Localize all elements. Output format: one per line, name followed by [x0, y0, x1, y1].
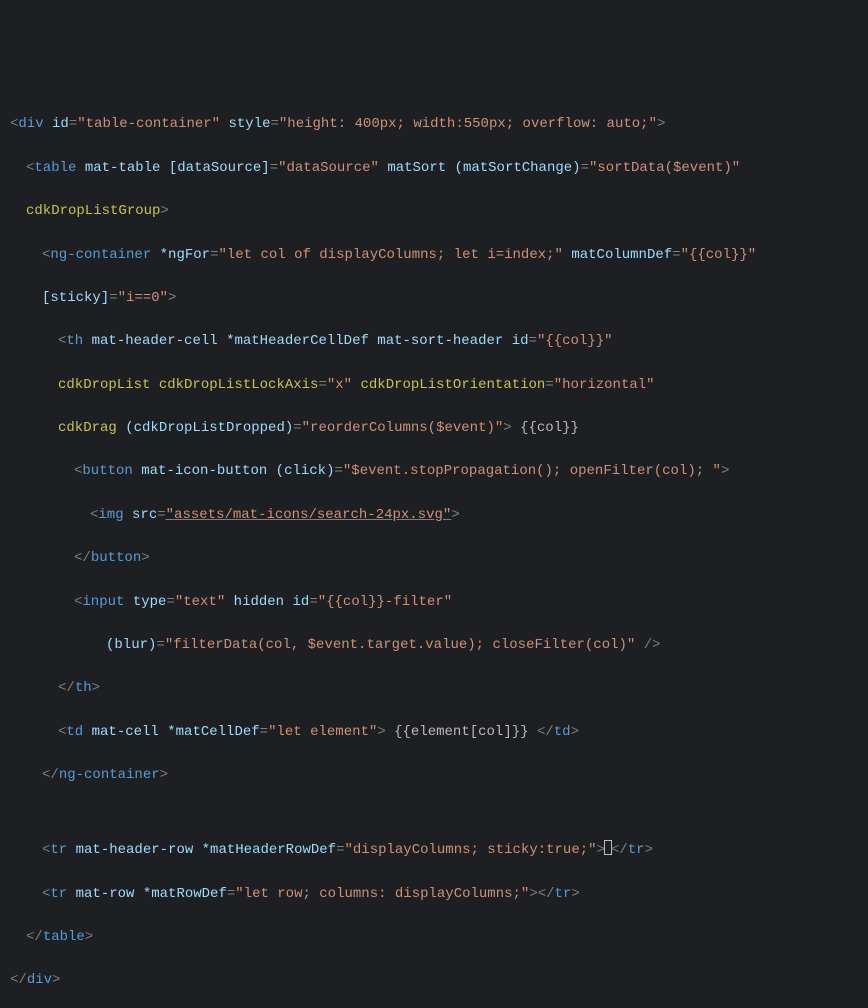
code-line: <button mat-icon-button (click)="$event.…: [0, 461, 868, 483]
code-line: <img src="assets/mat-icons/search-24px.s…: [0, 505, 868, 527]
blank-line: [0, 808, 868, 818]
code-line: cdkDropList cdkDropListLockAxis="x" cdkD…: [0, 375, 868, 397]
code-line: </table>: [0, 927, 868, 949]
code-line: <table mat-table [dataSource]="dataSourc…: [0, 158, 868, 180]
code-line: <td mat-cell *matCellDef="let element"> …: [0, 722, 868, 744]
code-line: <tr mat-row *matRowDef="let row; columns…: [0, 884, 868, 906]
code-line: <div id="table-container" style="height:…: [0, 114, 868, 136]
code-line: (blur)="filterData(col, $event.target.va…: [0, 635, 868, 657]
code-line: <input type="text" hidden id="{{col}}-fi…: [0, 592, 868, 614]
code-line: </div>: [0, 970, 868, 992]
code-editor[interactable]: <div id="table-container" style="height:…: [0, 93, 868, 1008]
code-line: </ng-container>: [0, 765, 868, 787]
code-line: </th>: [0, 678, 868, 700]
code-line: <th mat-header-cell *matHeaderCellDef ma…: [0, 331, 868, 353]
code-line: <ng-container *ngFor="let col of display…: [0, 245, 868, 267]
code-line: [sticky]="i==0">: [0, 288, 868, 310]
code-line: <tr mat-header-row *matHeaderRowDef="dis…: [0, 840, 868, 862]
code-line: cdkDrag (cdkDropListDropped)="reorderCol…: [0, 418, 868, 440]
code-line: </button>: [0, 548, 868, 570]
code-line: cdkDropListGroup>: [0, 201, 868, 223]
